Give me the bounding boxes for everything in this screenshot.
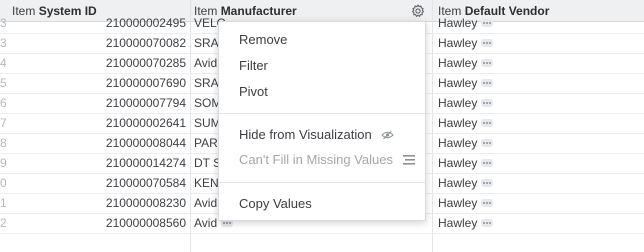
data-table-view: Item System ID Item Manufacturer Item De… [0, 0, 644, 252]
system-id-cell: 210000070584 [105, 176, 186, 190]
vendor-text: Hawley [438, 96, 478, 110]
ellipsis-icon[interactable] [481, 178, 494, 187]
system-id-cell: 210000014274 [105, 156, 186, 170]
menu-item-fill-missing-values: Can't Fill in Missing Values [239, 149, 415, 171]
fill-lines-icon [402, 154, 415, 165]
vendor-text: Hawley [438, 36, 478, 50]
system-id-cell: 210000007690 [105, 76, 186, 90]
menu-separator [219, 182, 425, 183]
menu-separator [219, 113, 425, 114]
menu-item-copy-values[interactable]: Copy Values [239, 193, 312, 215]
column-context-menu: Remove Filter Pivot Hide from Visualizat… [218, 21, 426, 221]
row-number: 2 [0, 216, 6, 230]
vendor-cell: Hawley [438, 14, 558, 33]
vendor-text: Hawley [438, 16, 478, 30]
ellipsis-icon[interactable] [481, 58, 494, 67]
ellipsis-icon[interactable] [481, 218, 494, 227]
ellipsis-icon[interactable] [481, 18, 494, 27]
system-id-cell: 210000070082 [105, 36, 186, 50]
vendor-cell: Hawley [438, 194, 558, 213]
system-id-cell: 210000070285 [105, 56, 186, 70]
manufacturer-text: Avid [194, 216, 218, 230]
eye-slash-icon [381, 130, 395, 139]
system-id-cell: 210000008230 [105, 196, 186, 210]
vendor-text: Hawley [438, 216, 478, 230]
vendor-cell: Hawley [438, 174, 558, 193]
vendor-cell: Hawley [438, 54, 558, 73]
vendor-cell: Hawley [438, 214, 558, 233]
ellipsis-icon[interactable] [481, 118, 494, 127]
ellipsis-icon[interactable] [481, 158, 494, 167]
row-number: 7 [0, 116, 6, 130]
vendor-text: Hawley [438, 116, 478, 130]
ellipsis-icon[interactable] [481, 38, 494, 47]
vendor-cell: Hawley [438, 114, 558, 133]
vendor-text: Hawley [438, 56, 478, 70]
menu-item-label: Can't Fill in Missing Values [239, 152, 393, 167]
row-number: 9 [0, 156, 6, 170]
vendor-cell: Hawley [438, 74, 558, 93]
menu-item-filter[interactable]: Filter [239, 55, 268, 77]
row-number: 8 [0, 136, 6, 150]
ellipsis-icon[interactable] [481, 138, 494, 147]
system-id-cell: 210000002641 [105, 116, 186, 130]
row-number: 0 [0, 176, 6, 190]
vendor-cell: Hawley [438, 134, 558, 153]
row-number: 3 [0, 16, 6, 30]
menu-item-remove[interactable]: Remove [239, 29, 287, 51]
vendor-text: Hawley [438, 136, 478, 150]
system-id-cell: 210000002495 [105, 16, 186, 30]
row-number: 4 [0, 56, 6, 70]
vendor-cell: Hawley [438, 94, 558, 113]
system-id-cell: 210000008044 [105, 136, 186, 150]
system-id-cell: 210000007794 [105, 96, 186, 110]
vendor-text: Hawley [438, 196, 478, 210]
row-number: 6 [0, 96, 6, 110]
vendor-cell: Hawley [438, 34, 558, 53]
row-number: 5 [0, 76, 6, 90]
vendor-text: Hawley [438, 76, 478, 90]
ellipsis-icon[interactable] [481, 98, 494, 107]
ellipsis-icon[interactable] [481, 78, 494, 87]
menu-item-pivot[interactable]: Pivot [239, 81, 268, 103]
ellipsis-icon[interactable] [481, 198, 494, 207]
vendor-text: Hawley [438, 176, 478, 190]
menu-item-label: Hide from Visualization [239, 127, 372, 142]
vendor-text: Hawley [438, 156, 478, 170]
vendor-cell: Hawley [438, 154, 558, 173]
row-number: 3 [0, 36, 6, 50]
system-id-cell: 210000008560 [105, 216, 186, 230]
row-number: 1 [0, 196, 6, 210]
menu-item-hide-from-visualization[interactable]: Hide from Visualization [239, 124, 395, 146]
